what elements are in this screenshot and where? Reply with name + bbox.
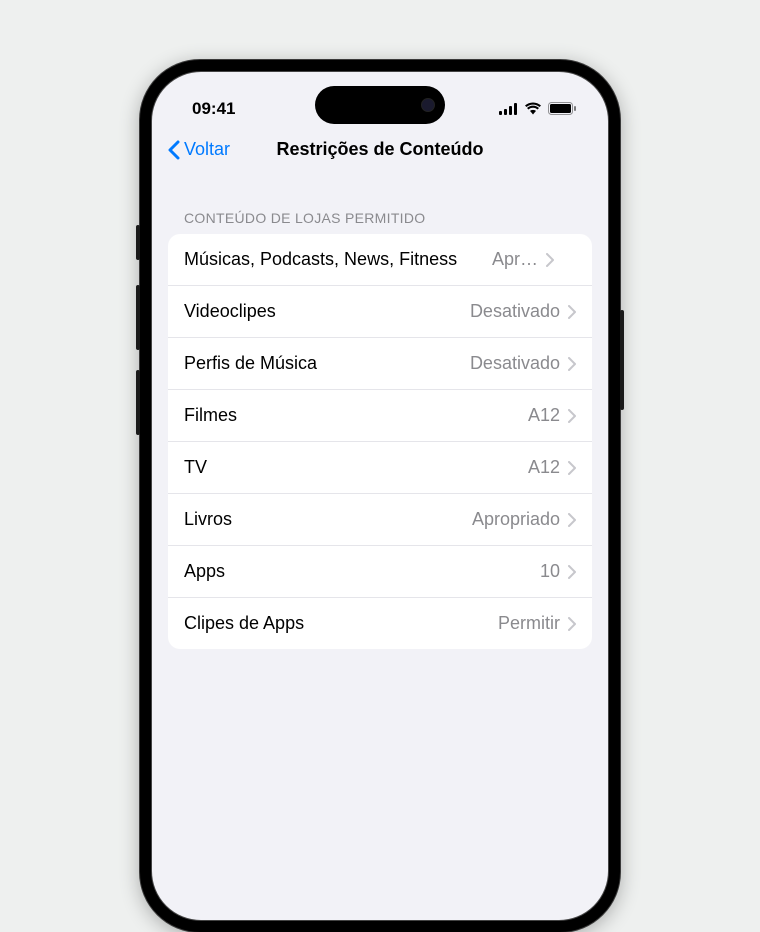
back-button[interactable]: Voltar xyxy=(168,139,230,160)
chevron-left-icon xyxy=(168,140,180,160)
row-label: Apps xyxy=(184,561,532,582)
row-label: Músicas, Podcasts, News, Fitness xyxy=(184,249,484,270)
back-label: Voltar xyxy=(184,139,230,160)
side-button xyxy=(620,310,624,410)
row-perfis-de-musica[interactable]: Perfis de Música Desativado xyxy=(168,338,592,390)
row-apps[interactable]: Apps 10 xyxy=(168,546,592,598)
row-label: TV xyxy=(184,457,520,478)
side-button xyxy=(136,370,140,435)
row-clipes-de-apps[interactable]: Clipes de Apps Permitir xyxy=(168,598,592,649)
side-button xyxy=(136,285,140,350)
status-time: 09:41 xyxy=(192,99,235,119)
page-title: Restrições de Conteúdo xyxy=(276,139,483,160)
chevron-right-icon xyxy=(568,513,576,527)
row-music-podcasts-news-fitness[interactable]: Músicas, Podcasts, News, Fitness Apr… xyxy=(168,234,592,286)
row-value: A12 xyxy=(528,405,560,426)
dynamic-island xyxy=(315,86,445,124)
chevron-right-icon xyxy=(568,409,576,423)
row-label: Perfis de Música xyxy=(184,353,462,374)
navigation-bar: Voltar Restrições de Conteúdo xyxy=(152,127,608,170)
row-value: Apropriado xyxy=(472,509,560,530)
chevron-right-icon xyxy=(568,357,576,371)
phone-frame: 09:41 xyxy=(140,60,620,932)
cellular-signal-icon xyxy=(499,103,518,115)
wifi-icon xyxy=(524,102,542,115)
camera-dot xyxy=(421,98,435,112)
row-label: Videoclipes xyxy=(184,301,462,322)
battery-icon xyxy=(548,102,576,115)
status-icons xyxy=(499,102,576,115)
row-filmes[interactable]: Filmes A12 xyxy=(168,390,592,442)
row-value: Desativado xyxy=(470,353,560,374)
chevron-right-icon xyxy=(568,461,576,475)
row-value: Apr… xyxy=(492,249,538,270)
settings-content: CONTEÚDO DE LOJAS PERMITIDO Músicas, Pod… xyxy=(152,210,608,649)
row-value: Desativado xyxy=(470,301,560,322)
row-tv[interactable]: TV A12 xyxy=(168,442,592,494)
chevron-right-icon xyxy=(568,617,576,631)
settings-list: Músicas, Podcasts, News, Fitness Apr… Vi… xyxy=(168,234,592,649)
chevron-right-icon xyxy=(546,253,554,267)
row-label: Clipes de Apps xyxy=(184,613,490,634)
row-value: 10 xyxy=(540,561,560,582)
row-label: Filmes xyxy=(184,405,520,426)
phone-screen: 09:41 xyxy=(151,71,609,921)
row-livros[interactable]: Livros Apropriado xyxy=(168,494,592,546)
side-button xyxy=(136,225,140,260)
row-label: Livros xyxy=(184,509,464,530)
section-header: CONTEÚDO DE LOJAS PERMITIDO xyxy=(168,210,592,234)
row-value: Permitir xyxy=(498,613,560,634)
row-videoclipes[interactable]: Videoclipes Desativado xyxy=(168,286,592,338)
row-value: A12 xyxy=(528,457,560,478)
chevron-right-icon xyxy=(568,305,576,319)
chevron-right-icon xyxy=(568,565,576,579)
